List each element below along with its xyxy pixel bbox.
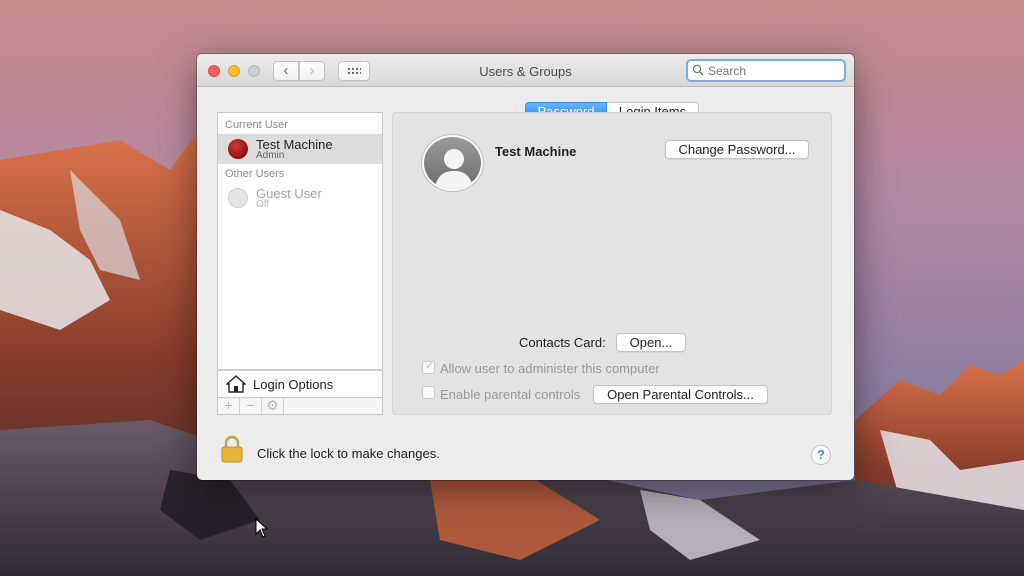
change-password-button[interactable]: Change Password...	[665, 140, 809, 159]
open-parental-controls-button[interactable]: Open Parental Controls...	[593, 385, 768, 404]
user-row-guest[interactable]: Guest User Off	[218, 183, 382, 213]
add-user-button[interactable]: +	[218, 398, 240, 414]
help-button[interactable]: ?	[811, 445, 831, 465]
contacts-card-label: Contacts Card:	[519, 335, 606, 350]
search-icon	[692, 64, 704, 76]
mouse-cursor-icon	[255, 518, 269, 538]
account-name: Test Machine	[495, 144, 577, 159]
lock-icon[interactable]	[221, 435, 243, 463]
allow-admin-label: Allow user to administer this computer	[440, 361, 660, 376]
title-bar[interactable]: ‹ › Users & Groups	[197, 54, 854, 87]
user-row-test-machine[interactable]: Test Machine Admin	[218, 134, 382, 164]
user-list: Current User Test Machine Admin Other Us…	[217, 112, 383, 370]
parental-controls-label: Enable parental controls	[440, 387, 581, 402]
user-role: Admin	[256, 150, 285, 161]
user-status: Off	[256, 199, 270, 210]
login-options-label: Login Options	[253, 377, 334, 392]
house-icon	[226, 375, 246, 393]
current-user-heading: Current User	[225, 119, 288, 131]
guest-avatar-icon	[228, 188, 248, 208]
account-picture[interactable]	[422, 135, 483, 191]
search-input[interactable]	[708, 63, 840, 79]
lock-message: Click the lock to make changes.	[257, 446, 440, 461]
parental-controls-checkbox[interactable]	[422, 386, 435, 399]
action-menu-button[interactable]: ⚙	[262, 398, 284, 414]
users-groups-window: ‹ › Users & Groups Current User Test Mac…	[197, 54, 854, 480]
remove-user-button[interactable]: −	[240, 398, 262, 414]
checkmark-icon: ✓	[425, 360, 435, 372]
user-avatar	[228, 139, 248, 159]
login-options-row[interactable]: Login Options	[217, 370, 383, 398]
open-contacts-button[interactable]: Open...	[616, 333, 686, 352]
allow-admin-checkbox[interactable]: ✓	[422, 360, 435, 374]
sidebar-toolbar: + − ⚙	[217, 398, 383, 415]
gear-icon: ⚙	[266, 397, 279, 413]
search-field[interactable]	[686, 59, 846, 82]
other-users-heading: Other Users	[225, 168, 285, 180]
